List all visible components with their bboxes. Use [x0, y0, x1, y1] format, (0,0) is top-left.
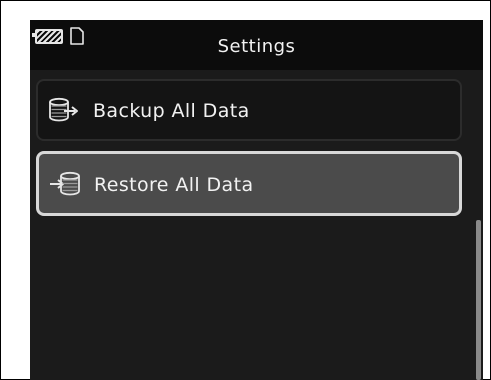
backup-database-icon: [49, 97, 78, 122]
figure-frame: Settings Backup All Data Restore All Dat…: [0, 0, 491, 380]
restore-all-data-label: Restore All Data: [94, 174, 254, 196]
settings-menu-list: Backup All Data Restore All Data: [30, 70, 483, 380]
status-bar: Settings: [30, 20, 483, 70]
restore-database-icon: [50, 171, 80, 196]
page-title: Settings: [217, 36, 296, 57]
backup-all-data-button[interactable]: Backup All Data: [36, 79, 462, 141]
backup-all-data-label: Backup All Data: [93, 100, 250, 122]
device-screen: Settings Backup All Data Restore All Dat…: [30, 20, 483, 380]
scroll-thumb[interactable]: [476, 220, 481, 380]
scrollbar[interactable]: [474, 70, 483, 380]
restore-all-data-button[interactable]: Restore All Data: [36, 151, 462, 216]
